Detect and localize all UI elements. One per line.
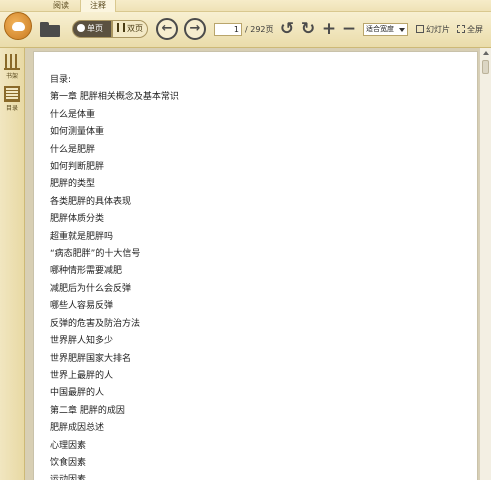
mode-tab-strip: 阅读 注释 [0, 0, 491, 12]
document-page: 目录: 第一章 肥胖相关概念及基本常识 什么是体重 如何测量体重 什么是肥胖 如何判断肥… [33, 51, 478, 480]
toc-entry[interactable]: 中国最胖的人 [50, 385, 179, 402]
toc-entry[interactable]: 减肥后为什么会反弹 [50, 281, 179, 298]
document-viewport: 目录: 第一章 肥胖相关概念及基本常识 什么是体重 如何测量体重 什么是肥胖 如何判断肥… [25, 48, 491, 480]
bookshelf-icon [4, 54, 20, 70]
slideshow-icon [416, 25, 424, 33]
toc-entry[interactable]: 心理因素 [50, 438, 179, 455]
rotate-left-icon[interactable]: ↺ [278, 19, 296, 39]
slideshow-label: 幻灯片 [426, 25, 450, 34]
toc-entry[interactable]: 世界肥胖国家大排名 [50, 351, 179, 368]
toc-entry[interactable]: 世界上最胖的人 [50, 368, 179, 385]
toc-entry[interactable]: 各类肥胖的具体表现 [50, 194, 179, 211]
sidebar-item-toc[interactable]: 目录 [2, 86, 22, 112]
double-page-icon [117, 23, 125, 32]
sidebar-item-bookshelf[interactable]: 书架 [2, 54, 22, 80]
app-logo [4, 12, 32, 40]
toc-entry[interactable]: 超重就是肥胖吗 [50, 229, 179, 246]
toc-entry[interactable]: 什么是肥胖 [50, 142, 179, 159]
sidebar-item-label: 书架 [5, 73, 18, 80]
toc-entry[interactable]: 第二章 肥胖的成因 [50, 403, 179, 420]
arrow-right-icon: → [189, 21, 201, 36]
toc-entry[interactable]: 肥胖成因总述 [50, 420, 179, 437]
double-page-button[interactable]: 双页 [112, 20, 148, 38]
single-page-icon [77, 24, 85, 32]
toc-entry[interactable]: 如何测量体重 [50, 124, 179, 141]
fullscreen-button[interactable]: 全屏 [457, 23, 483, 36]
toc-title: 目录: [50, 75, 72, 85]
toc-entry[interactable]: 反弹的危害及防治方法 [50, 316, 179, 333]
toc-entry[interactable]: 如何判断肥胖 [50, 159, 179, 176]
scrollbar-thumb[interactable] [482, 60, 489, 74]
toc-entry[interactable]: 什么是体重 [50, 107, 179, 124]
zoom-select[interactable]: 适合宽度 [363, 23, 408, 36]
scroll-up-icon[interactable] [483, 51, 489, 55]
toc-entry[interactable]: 运动因素 [50, 472, 179, 480]
rotate-right-icon[interactable]: ↻ [299, 19, 317, 39]
vertical-scrollbar[interactable] [479, 48, 491, 480]
toc-entry[interactable]: 哪些人容易反弹 [50, 298, 179, 315]
fullscreen-label: 全屏 [467, 25, 483, 34]
prev-page-button[interactable]: ← [156, 18, 178, 40]
arrow-left-icon: ← [161, 21, 173, 36]
single-page-label: 单页 [87, 24, 103, 33]
toc-entry[interactable]: 哪种情形需要减肥 [50, 263, 179, 280]
double-page-label: 双页 [127, 24, 143, 33]
tab-annotate[interactable]: 注释 [80, 0, 116, 12]
toc-entry[interactable]: 肥胖的类型 [50, 176, 179, 193]
next-page-button[interactable]: → [184, 18, 206, 40]
toc-entry[interactable]: 第一章 肥胖相关概念及基本常识 [50, 89, 179, 106]
zoom-in-icon[interactable]: + [320, 19, 338, 39]
fullscreen-icon [457, 25, 465, 33]
page-number-input[interactable]: 1 [214, 23, 242, 36]
sidebar: 书架 目录 [0, 48, 25, 480]
tab-read[interactable]: 阅读 [42, 0, 80, 12]
single-page-button[interactable]: 单页 [72, 20, 112, 38]
page-total-label: / 292页 [245, 25, 274, 34]
zoom-out-icon[interactable]: − [340, 19, 358, 39]
slideshow-button[interactable]: 幻灯片 [416, 23, 450, 36]
toc-entry[interactable]: 饮食因素 [50, 455, 179, 472]
sidebar-item-label: 目录 [5, 105, 18, 112]
toc-icon [4, 86, 20, 102]
table-of-contents: 目录: 第一章 肥胖相关概念及基本常识 什么是体重 如何测量体重 什么是肥胖 如何判断肥… [50, 72, 179, 480]
toc-entry[interactable]: “病态肥胖”的十大信号 [50, 246, 179, 263]
toc-entry[interactable]: 肥胖体质分类 [50, 211, 179, 228]
zoom-select-value: 适合宽度 [366, 25, 394, 33]
toolbar: 单页 双页 ← → 1 / 292页 ↺ ↻ + − 适合宽度 幻灯片 全屏 [0, 12, 491, 48]
toc-list: 第一章 肥胖相关概念及基本常识 什么是体重 如何测量体重 什么是肥胖 如何判断肥胖 肥胖的… [50, 89, 179, 480]
toc-entry[interactable]: 世界胖人知多少 [50, 333, 179, 350]
open-folder-icon[interactable] [40, 22, 60, 37]
chevron-down-icon [399, 28, 405, 32]
